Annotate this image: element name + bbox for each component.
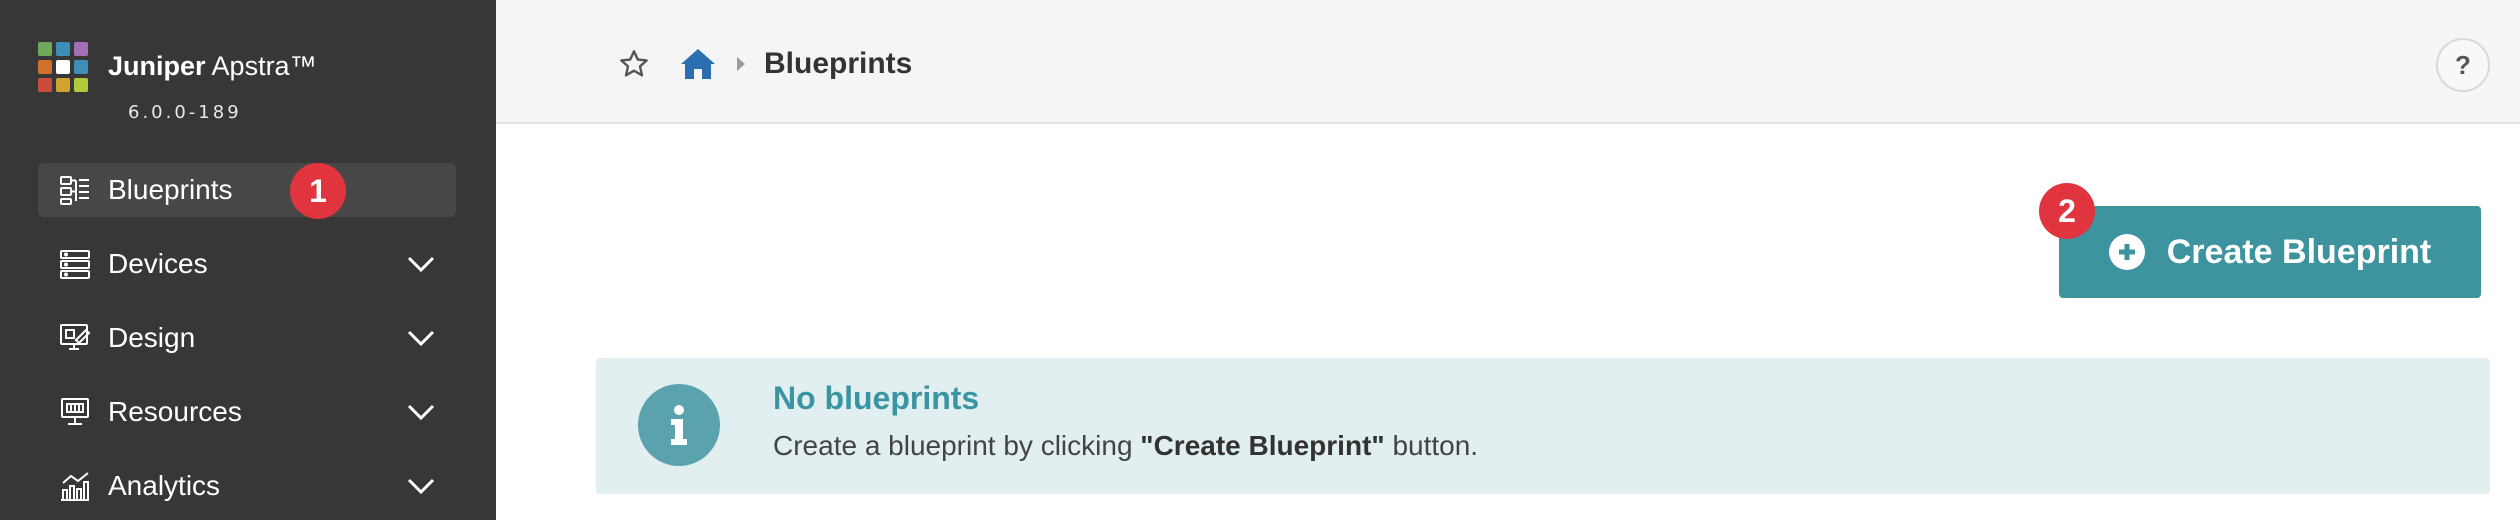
sidebar-item-label: Devices [108, 248, 208, 279]
info-text: Create a blueprint by clicking "Create B… [773, 430, 1479, 461]
chevron-down-icon[interactable] [406, 472, 436, 500]
chevron-down-icon[interactable] [406, 324, 436, 352]
star-icon[interactable] [616, 46, 652, 82]
brand-version: 6.0.0-189 [128, 102, 242, 123]
info-icon [638, 384, 720, 466]
page-header: Blueprints ? [496, 0, 2520, 124]
sidebar-item-label: Resources [108, 396, 242, 427]
create-blueprint-label: Create Blueprint [2166, 232, 2432, 271]
design-icon [58, 321, 92, 355]
page-title: Blueprints [764, 47, 913, 80]
sidebar-item-blueprints[interactable]: Blueprints 1 [38, 163, 456, 219]
blueprints-icon [58, 173, 92, 207]
sidebar-nav: Blueprints 1 Devices Design Resources An… [38, 163, 456, 520]
chevron-down-icon[interactable] [406, 398, 436, 426]
devices-icon [58, 247, 92, 281]
breadcrumb-separator-icon [736, 54, 748, 74]
home-icon[interactable] [678, 46, 718, 82]
resources-icon [58, 395, 92, 429]
sidebar: Juniper Apstra™ 6.0.0-189 Blueprints 1 D… [0, 0, 496, 520]
sidebar-item-label: Design [108, 322, 196, 353]
chevron-down-icon[interactable] [406, 250, 436, 278]
help-button[interactable]: ? [2436, 38, 2490, 92]
step-badge-1: 1 [290, 163, 346, 219]
sidebar-item-devices[interactable]: Devices [38, 237, 456, 291]
plus-circle-icon [2108, 234, 2145, 270]
sidebar-item-label: Blueprints [108, 174, 233, 205]
brand[interactable]: Juniper Apstra™ 6.0.0-189 [38, 42, 317, 123]
sidebar-item-design[interactable]: Design [38, 311, 456, 365]
brand-name: Juniper Apstra™ [108, 51, 317, 81]
breadcrumb: Blueprints [616, 42, 912, 86]
create-blueprint-button[interactable]: Create Blueprint [2059, 206, 2481, 298]
info-title: No blueprints [773, 380, 980, 416]
analytics-icon [58, 469, 92, 503]
sidebar-item-analytics[interactable]: Analytics [38, 459, 456, 513]
step-badge-2: 2 [2039, 183, 2095, 239]
sidebar-item-resources[interactable]: Resources [38, 385, 456, 439]
sidebar-item-label: Analytics [108, 470, 221, 501]
empty-state-info: No blueprints Create a blueprint by clic… [596, 358, 2490, 494]
apstra-logo [38, 42, 88, 92]
